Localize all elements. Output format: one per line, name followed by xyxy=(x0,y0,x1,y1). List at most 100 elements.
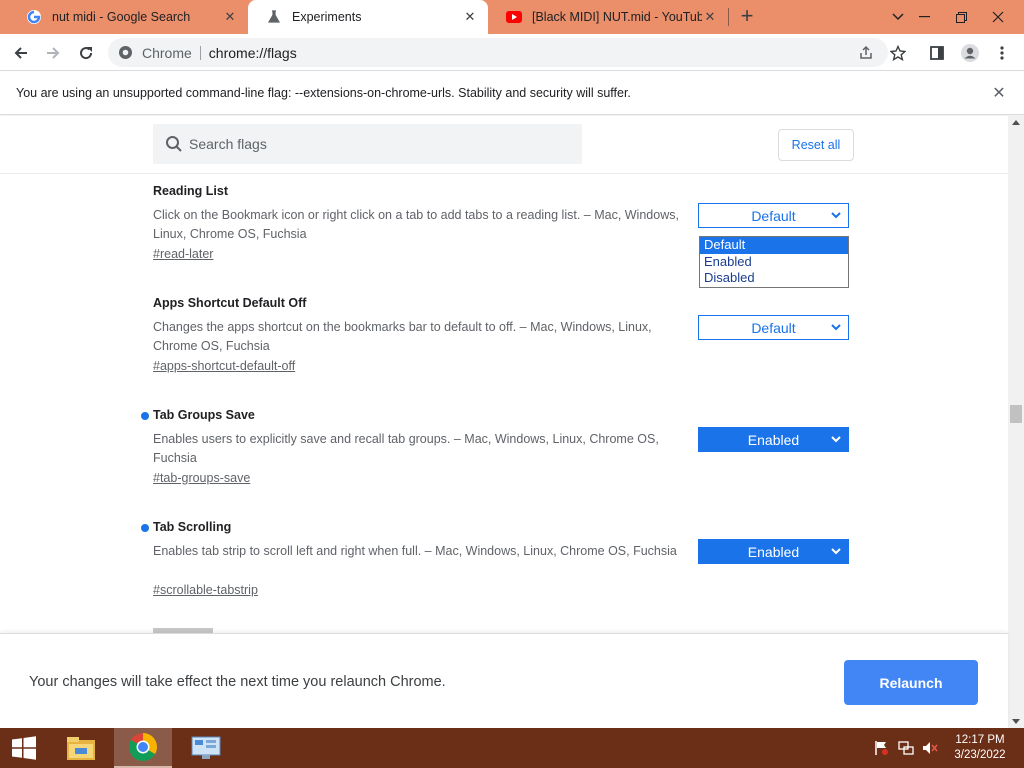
chevron-down-icon xyxy=(831,548,841,555)
start-button[interactable] xyxy=(0,728,48,768)
scroll-down-arrow[interactable] xyxy=(1012,719,1020,724)
browser-toolbar: Chrome chrome://flags xyxy=(0,34,1024,71)
page-scrollbar[interactable] xyxy=(1008,116,1024,728)
volume-muted-icon[interactable] xyxy=(922,740,938,756)
dropdown-option-enabled[interactable]: Enabled xyxy=(700,254,848,271)
back-arrow-icon xyxy=(14,47,27,59)
restore-button[interactable] xyxy=(943,0,979,34)
flag-description: Enables tab strip to scroll left and rig… xyxy=(153,544,677,558)
flag-select-value: Enabled xyxy=(747,431,800,448)
reset-all-button[interactable]: Reset all xyxy=(778,129,854,161)
flask-icon xyxy=(266,9,282,25)
scroll-thumb[interactable] xyxy=(1010,405,1022,423)
google-icon xyxy=(26,9,42,25)
folder-icon xyxy=(67,737,95,760)
flag-link[interactable]: #read-later xyxy=(153,247,213,261)
flag-link[interactable]: #scrollable-tabstrip xyxy=(153,583,258,597)
avatar-icon xyxy=(961,44,979,62)
chevron-down-icon xyxy=(892,13,904,21)
tab-title: nut midi - Google Search xyxy=(52,10,191,24)
tab-youtube[interactable]: [Black MIDI] NUT.mid - YouTube ✕ xyxy=(488,0,728,34)
flag-select-dropdown: Default Enabled Disabled xyxy=(699,236,849,288)
relaunch-button[interactable]: Relaunch xyxy=(844,660,978,705)
flag-select[interactable]: Default xyxy=(698,315,849,340)
modified-indicator xyxy=(141,412,149,420)
control-panel-button[interactable] xyxy=(177,728,235,768)
search-header: Reset all xyxy=(0,116,1008,174)
minimize-button[interactable] xyxy=(906,0,942,34)
close-icon[interactable]: ✕ xyxy=(222,9,238,25)
flag-description: Click on the Bookmark icon or right clic… xyxy=(153,208,679,241)
new-tab-button[interactable]: + xyxy=(736,5,758,28)
share-icon[interactable] xyxy=(858,45,874,66)
chevron-down-icon xyxy=(831,436,841,443)
relaunch-bar: Your changes will take effect the next t… xyxy=(0,633,1008,728)
site-label: Chrome xyxy=(142,45,192,61)
chrome-icon xyxy=(129,733,157,761)
menu-button[interactable] xyxy=(989,40,1015,66)
flag-tab-scrolling: Tab Scrolling Enables tab strip to scrol… xyxy=(0,520,1008,630)
close-icon[interactable]: ✕ xyxy=(462,9,478,25)
flag-select-value: Enabled xyxy=(747,543,800,560)
address-text: Chrome chrome://flags xyxy=(142,45,297,61)
youtube-icon xyxy=(506,9,522,25)
flag-apps-shortcut-default-off: Apps Shortcut Default Off Changes the ap… xyxy=(0,296,1008,406)
star-icon xyxy=(890,45,906,61)
forward-arrow-icon xyxy=(47,47,60,59)
infobar-message: You are using an unsupported command-lin… xyxy=(16,86,631,100)
search-input[interactable] xyxy=(189,134,569,154)
relaunch-message: Your changes will take effect the next t… xyxy=(29,674,446,690)
search-box xyxy=(153,124,582,164)
modified-indicator xyxy=(141,524,149,532)
unsupported-flag-infobar: You are using an unsupported command-lin… xyxy=(0,72,1024,115)
chrome-taskbar-button[interactable] xyxy=(114,728,172,768)
search-icon xyxy=(165,135,183,158)
close-window-button[interactable] xyxy=(980,0,1016,34)
side-panel-icon xyxy=(930,46,944,60)
windows-taskbar: 12:17 PM 3/23/2022 xyxy=(0,728,1024,768)
flag-select[interactable]: Enabled xyxy=(698,539,849,564)
forward-button[interactable] xyxy=(40,40,66,66)
system-clock[interactable]: 12:17 PM 3/23/2022 xyxy=(948,733,1012,763)
more-vert-icon xyxy=(1000,46,1004,60)
clock-time: 12:17 PM xyxy=(955,734,1005,746)
scroll-up-arrow[interactable] xyxy=(1012,120,1020,125)
flag-title: Tab Scrolling xyxy=(153,520,232,534)
flag-reading-list: Reading List Click on the Bookmark icon … xyxy=(0,184,1008,294)
tab-divider xyxy=(728,8,729,26)
flags-content: Reset all Reading List Click on the Book… xyxy=(0,116,1008,633)
reload-icon xyxy=(80,47,93,60)
flag-title: Tab Groups Save xyxy=(153,408,255,422)
tab-google-search[interactable]: nut midi - Google Search ✕ xyxy=(8,0,248,34)
close-icon[interactable]: ✕ xyxy=(702,9,718,25)
network-icon[interactable] xyxy=(898,740,914,756)
flag-select-value: Default xyxy=(751,319,796,336)
flag-tab-groups-save: Tab Groups Save Enables users to explici… xyxy=(0,408,1008,518)
control-panel-icon xyxy=(191,736,221,759)
flag-description: Changes the apps shortcut on the bookmar… xyxy=(153,320,652,353)
back-button[interactable] xyxy=(8,40,34,66)
action-center-flag-icon[interactable] xyxy=(873,740,889,756)
flag-select-value: Default xyxy=(751,207,796,224)
tab-title: [Black MIDI] NUT.mid - YouTube xyxy=(532,10,702,24)
dropdown-option-disabled[interactable]: Disabled xyxy=(700,270,848,287)
close-icon[interactable]: ✕ xyxy=(990,85,1008,103)
flag-select[interactable]: Default xyxy=(698,203,849,228)
reload-button[interactable] xyxy=(73,40,99,66)
tab-strip: nut midi - Google Search ✕ Experiments ✕… xyxy=(0,0,1024,34)
chrome-icon xyxy=(118,45,133,65)
side-panel-button[interactable] xyxy=(924,40,950,66)
flag-link[interactable]: #tab-groups-save xyxy=(153,471,250,485)
bookmark-star-button[interactable] xyxy=(885,40,911,66)
dropdown-option-default[interactable]: Default xyxy=(700,237,848,254)
address-bar[interactable]: Chrome chrome://flags xyxy=(108,38,888,67)
profile-button[interactable] xyxy=(957,40,983,66)
flag-title: Reading List xyxy=(153,184,229,198)
file-explorer-button[interactable] xyxy=(57,728,105,768)
clock-date: 3/23/2022 xyxy=(954,749,1006,761)
url-text: chrome://flags xyxy=(208,45,297,61)
tab-title: Experiments xyxy=(292,10,362,24)
flag-link[interactable]: #apps-shortcut-default-off xyxy=(153,359,295,373)
tab-experiments[interactable]: Experiments ✕ xyxy=(248,0,488,34)
flag-select[interactable]: Enabled xyxy=(698,427,849,452)
